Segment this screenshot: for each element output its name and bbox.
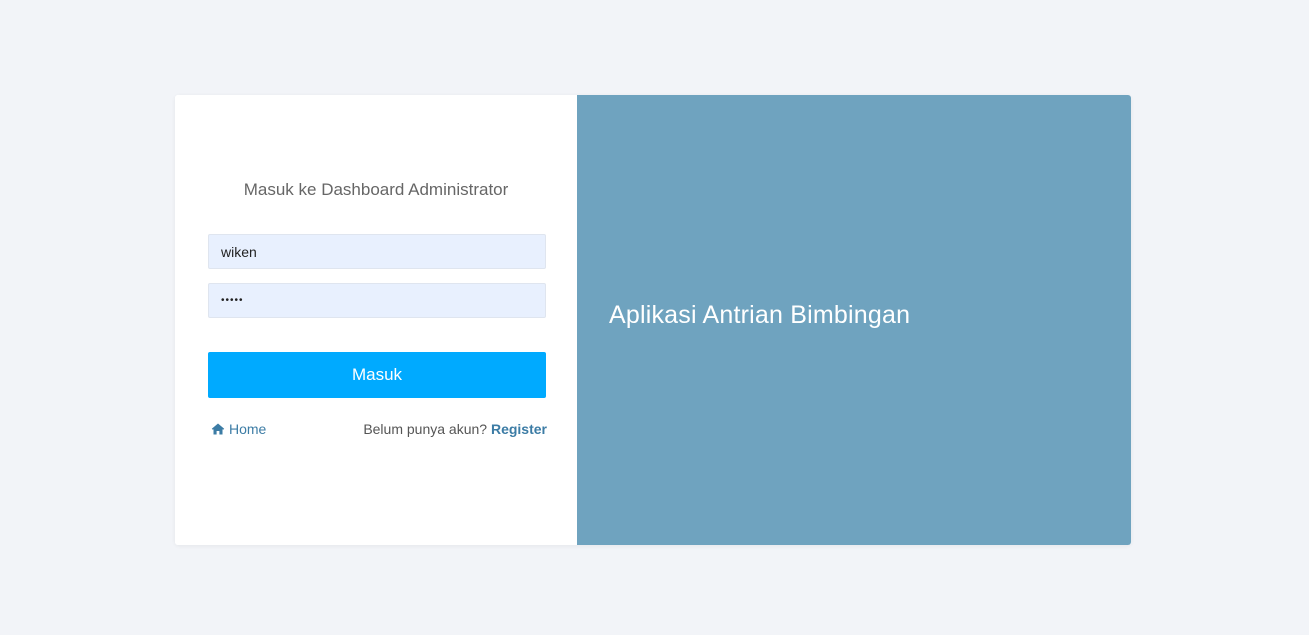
form-title: Masuk ke Dashboard Administrator xyxy=(243,180,509,199)
password-mask: ••••• xyxy=(221,295,244,306)
app-title: Aplikasi Antrian Bimbingan xyxy=(609,301,911,329)
home-link-label: Home xyxy=(229,421,267,437)
login-button[interactable]: Masuk xyxy=(208,352,546,398)
register-link[interactable]: Register xyxy=(491,421,547,437)
home-link[interactable]: Home xyxy=(211,421,266,437)
home-icon xyxy=(211,422,225,436)
login-footer: Home Belum punya akun? Register xyxy=(211,421,547,437)
login-form-panel: Masuk ke Dashboard Administrator ••••• M… xyxy=(175,95,577,545)
username-input[interactable] xyxy=(208,234,546,269)
password-input[interactable]: ••••• xyxy=(208,283,546,318)
login-card: Masuk ke Dashboard Administrator ••••• M… xyxy=(175,95,1131,545)
register-prompt-row: Belum punya akun? Register xyxy=(363,421,547,437)
register-prompt: Belum punya akun? xyxy=(363,421,488,437)
branding-panel: Aplikasi Antrian Bimbingan xyxy=(577,95,1131,545)
